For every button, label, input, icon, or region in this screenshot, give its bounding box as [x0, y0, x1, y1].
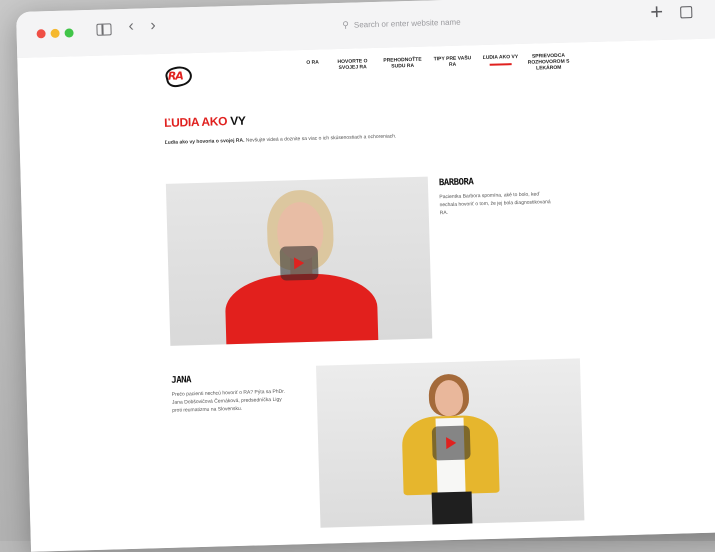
zoom-window-button[interactable] — [64, 28, 74, 38]
nav-item-prehodnotte[interactable]: PREHODNOŤTE SUDU RA — [379, 57, 425, 70]
person-name-barbora: BARBORA — [438, 177, 474, 189]
nav-item-hovorte[interactable]: HOVORTE O SVOJEJ RA — [329, 58, 375, 71]
intro-rest: Nevšujte videá a doznite sa viac o ich s… — [244, 133, 397, 144]
search-icon: ⚲ — [342, 19, 350, 30]
intro-text: Ľudia ako vy hovoria o svojej RA. Nevšuj… — [165, 133, 397, 145]
nav-item-sprievodca[interactable]: SPRIEVODCA ROZHOVOROM S LEKÁROM — [525, 53, 571, 72]
minimize-window-button[interactable] — [50, 28, 60, 39]
address-bar[interactable]: ⚲ Search or enter website name — [186, 6, 616, 40]
person-desc-jana: Prečo pacienti nechcú hovoriť o RA? Pýta… — [171, 388, 286, 414]
video-jana[interactable] — [315, 358, 585, 528]
play-button[interactable] — [279, 245, 319, 281]
site-logo[interactable]: RA — [168, 68, 190, 85]
person-desc-barbora: Pacientka Barbora spomína, aké to bolo, … — [439, 191, 551, 217]
web-page: RA O RA HOVORTE O SVOJEJ RA PREHODNOŤTE … — [17, 37, 715, 552]
browser-window: ‹ › ⚲ Search or enter website name + RA … — [16, 0, 715, 552]
video-barbora[interactable] — [165, 176, 433, 346]
sidebar-toggle-icon[interactable] — [96, 23, 112, 36]
new-tab-button[interactable]: + — [650, 0, 664, 24]
page-title: ĽUDIA AKO VY — [164, 114, 246, 130]
person-name-jana: JANA — [171, 375, 192, 386]
forward-arrow-icon[interactable]: › — [150, 17, 156, 34]
close-window-button[interactable] — [36, 29, 46, 39]
nav-item-ludia-ako-vy[interactable]: ĽUDIA AKO VY — [477, 54, 523, 66]
person-face — [434, 379, 464, 417]
page-title-black: VY — [227, 113, 246, 129]
person-red-shirt — [224, 272, 379, 346]
tab-overview-icon[interactable] — [680, 6, 693, 19]
play-icon — [446, 436, 457, 450]
person-trousers — [431, 491, 473, 528]
play-icon — [293, 257, 305, 270]
play-button[interactable] — [431, 425, 471, 461]
intro-bold: Ľudia ako vy hovoria o svojej RA. — [164, 137, 245, 146]
page-title-red: ĽUDIA AKO — [163, 114, 228, 130]
address-placeholder: Search or enter website name — [353, 17, 461, 30]
back-arrow-icon[interactable]: ‹ — [128, 18, 134, 35]
nav-item-tipy[interactable]: TIPY PRE VAŠU RA — [429, 55, 475, 68]
